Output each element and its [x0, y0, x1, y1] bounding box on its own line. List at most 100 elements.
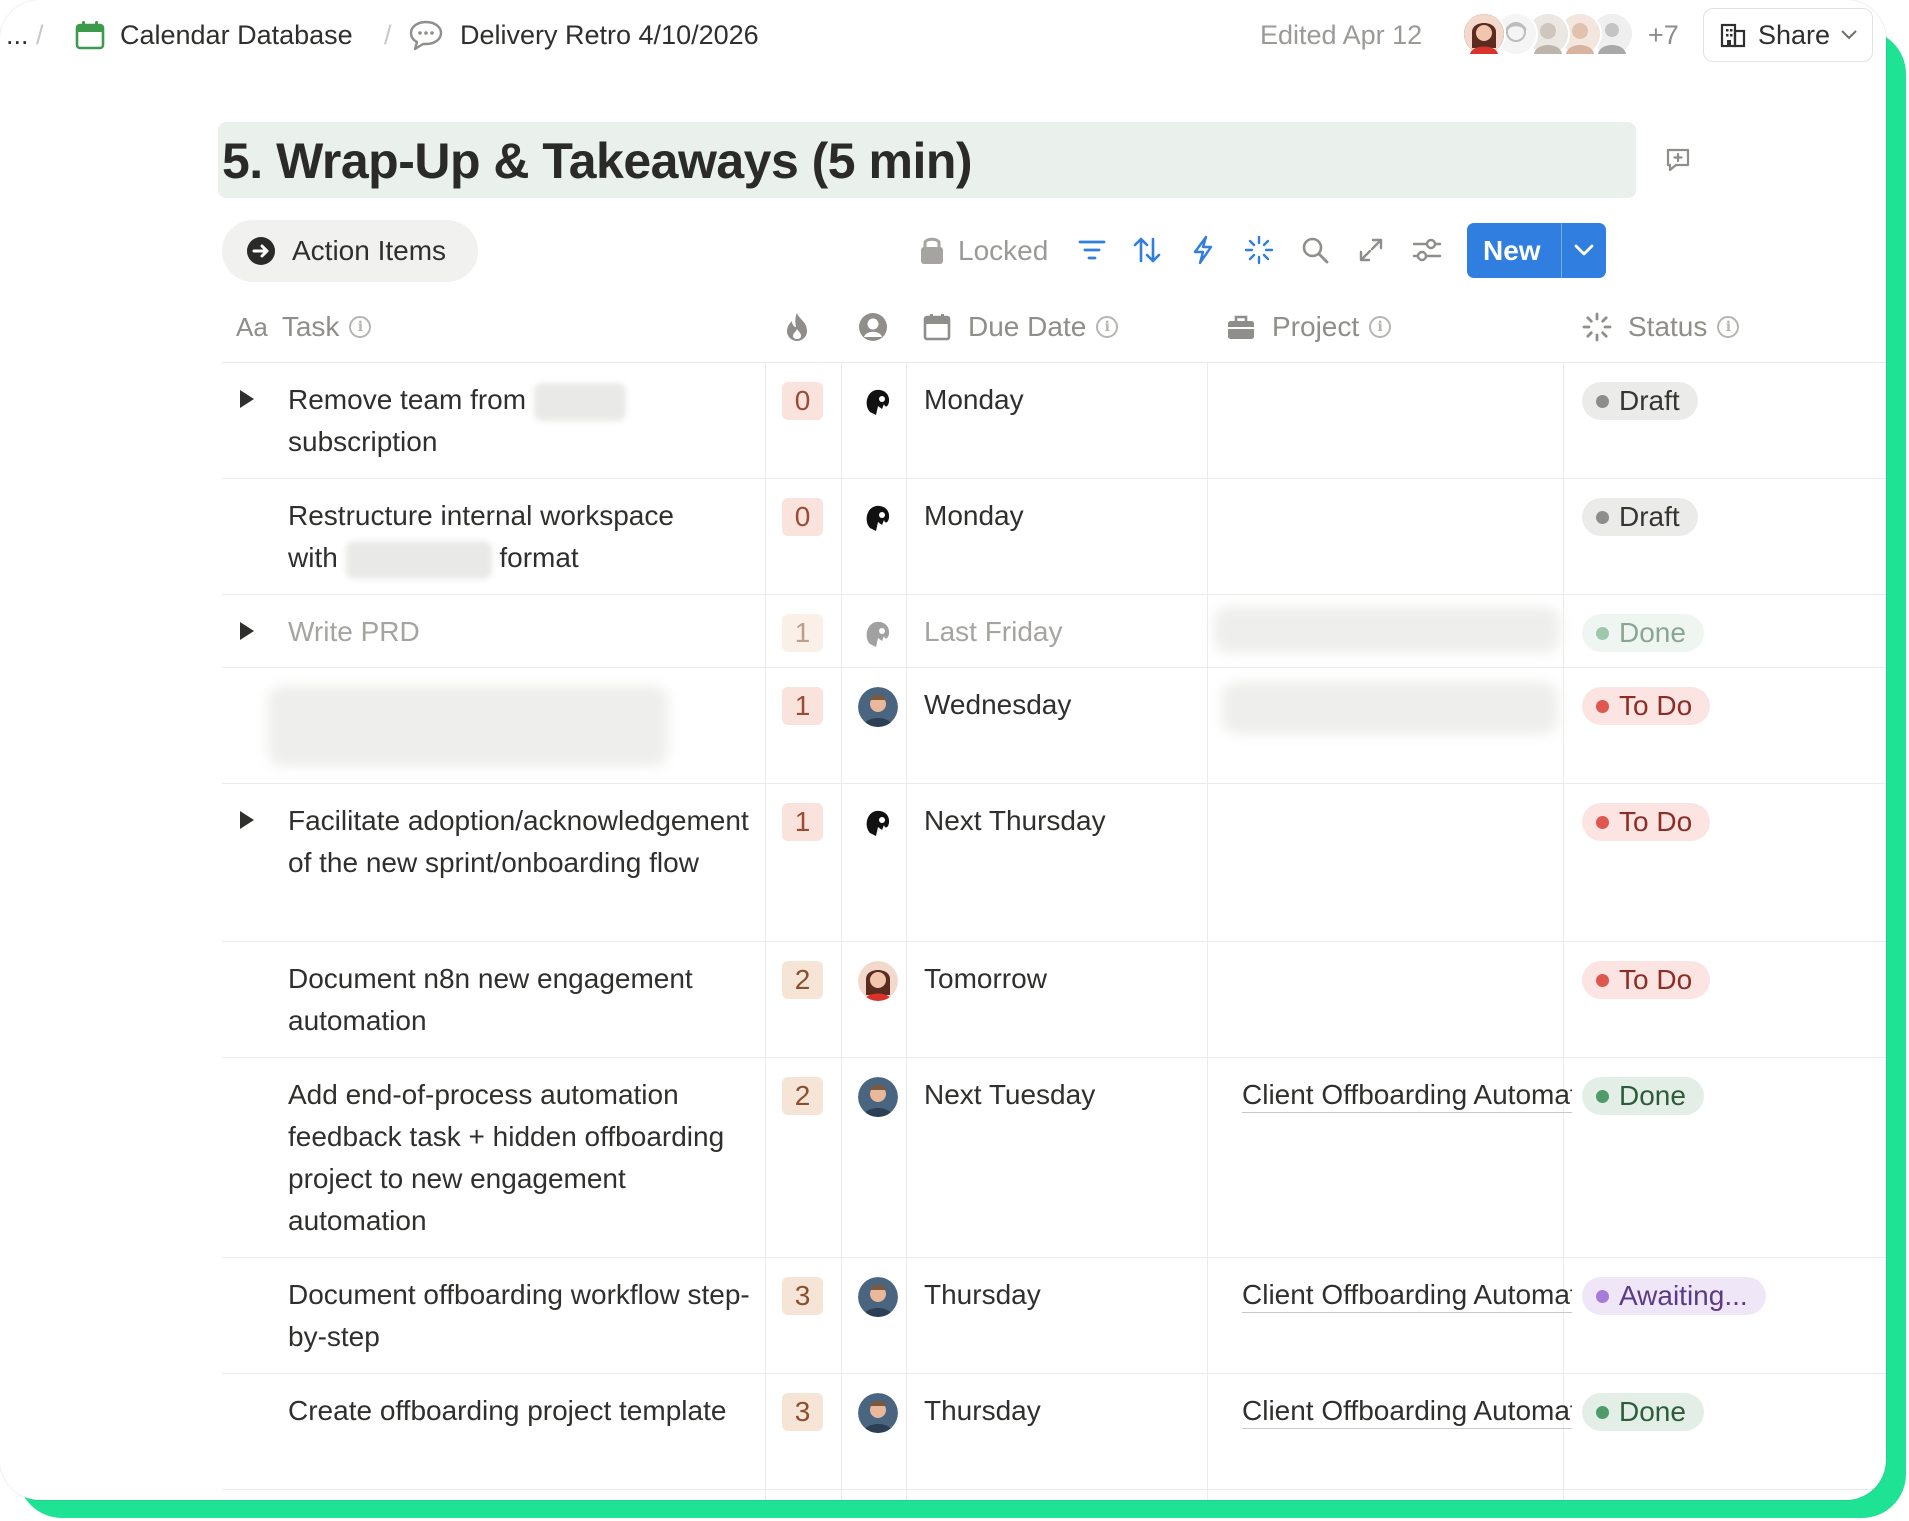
- table-row[interactable]: Restructure internal workspace with form…: [222, 479, 1886, 595]
- due-date[interactable]: Thursday: [924, 1390, 1041, 1432]
- table-row[interactable]: Document n8n new engagement automation 2…: [222, 942, 1886, 1058]
- status-badge[interactable]: Done: [1582, 1077, 1704, 1115]
- due-date[interactable]: Last Friday: [924, 611, 1063, 653]
- column-header-project[interactable]: Project i: [1226, 305, 1392, 349]
- info-icon[interactable]: i: [1717, 316, 1740, 338]
- share-button[interactable]: Share: [1703, 8, 1873, 62]
- due-date[interactable]: Tomorrow: [924, 958, 1047, 1000]
- view-tab-action-items[interactable]: Action Items: [222, 220, 478, 282]
- task-title[interactable]: Restructure internal workspace with form…: [288, 495, 758, 579]
- avatar[interactable]: [858, 1277, 898, 1317]
- filter-icon[interactable]: [1075, 233, 1109, 267]
- lock-icon[interactable]: [915, 233, 949, 267]
- status-badge[interactable]: Done: [1582, 1393, 1704, 1431]
- column-header-person[interactable]: [858, 305, 888, 349]
- project-link[interactable]: Client Offboarding Automation: [1228, 1274, 1572, 1316]
- task-title[interactable]: Write PRD: [288, 611, 758, 653]
- avatar[interactable]: [858, 1393, 898, 1433]
- column-header-status[interactable]: Status i: [1582, 305, 1740, 349]
- priority-badge[interactable]: 1: [782, 803, 823, 841]
- project-link[interactable]: Client Offboarding Automation: [1228, 1390, 1572, 1432]
- chevron-down-icon[interactable]: [1573, 241, 1595, 259]
- priority-badge[interactable]: 2: [782, 961, 823, 999]
- task-title[interactable]: Remove team from subscription: [288, 379, 758, 463]
- priority-badge[interactable]: 0: [782, 498, 823, 536]
- column-header-label: Status: [1628, 311, 1708, 342]
- more-collaborators-count[interactable]: +7: [1648, 14, 1679, 56]
- due-date[interactable]: Monday: [924, 495, 1024, 537]
- column-header-priority[interactable]: [782, 305, 812, 349]
- sparkle-icon[interactable]: [1242, 233, 1276, 267]
- table-row[interactable]: Write PRD 1 Last Friday Done: [222, 595, 1886, 668]
- info-icon[interactable]: i: [1096, 316, 1119, 338]
- status-badge[interactable]: Draft: [1582, 498, 1698, 536]
- sliders-icon[interactable]: [1410, 233, 1444, 267]
- edited-timestamp: Edited Apr 12: [1260, 20, 1423, 50]
- status-label: Draft: [1619, 501, 1680, 532]
- avatar[interactable]: [858, 961, 898, 1001]
- priority-badge[interactable]: 3: [782, 1277, 823, 1315]
- status-badge[interactable]: To Do: [1582, 687, 1711, 725]
- avatar[interactable]: [858, 687, 898, 727]
- avatar[interactable]: [858, 1077, 898, 1117]
- due-date[interactable]: Thursday: [924, 1274, 1041, 1316]
- status-badge[interactable]: To Do: [1582, 803, 1711, 841]
- task-title[interactable]: Create offboarding project template: [288, 1390, 758, 1432]
- priority-badge[interactable]: 1: [782, 614, 823, 652]
- status-badge[interactable]: Awaiting...: [1582, 1277, 1766, 1315]
- table-row[interactable]: 1 Wednesday To Do: [222, 668, 1886, 784]
- breadcrumb-calendar-database[interactable]: Calendar Database: [74, 14, 353, 56]
- priority-badge[interactable]: 2: [782, 1077, 823, 1115]
- status-badge[interactable]: Done: [1582, 614, 1704, 652]
- add-comment-icon[interactable]: [1664, 146, 1692, 174]
- task-title[interactable]: Facilitate adoption/acknowledgement of t…: [288, 800, 758, 884]
- due-date[interactable]: Next Tuesday: [924, 1074, 1095, 1116]
- column-header-label: Due Date: [968, 311, 1087, 342]
- avatar[interactable]: [858, 803, 898, 843]
- lightning-icon[interactable]: [1186, 233, 1220, 267]
- page-title[interactable]: 5. Wrap-Up & Takeaways (5 min): [222, 126, 973, 196]
- task-title-text: format: [499, 542, 579, 573]
- toggle-triangle-icon[interactable]: [240, 811, 254, 829]
- table-row[interactable]: Remove team from subscription 0 Monday D…: [222, 363, 1886, 479]
- new-button[interactable]: New: [1467, 223, 1606, 278]
- project-link[interactable]: Client Offboarding Automation: [1228, 1074, 1572, 1116]
- search-icon[interactable]: [1298, 233, 1332, 267]
- due-date[interactable]: Next Thursday: [924, 800, 1106, 842]
- table-row[interactable]: Create offboarding project template 3 Th…: [222, 1374, 1886, 1490]
- breadcrumb-page[interactable]: Delivery Retro 4/10/2026: [408, 14, 759, 56]
- table-row[interactable]: Add end-of-process automation feedback t…: [222, 1058, 1886, 1258]
- table-row[interactable]: Document offboarding workflow step-by-st…: [222, 1258, 1886, 1374]
- expand-icon[interactable]: [1354, 233, 1388, 267]
- column-header-task[interactable]: Aa Task i: [236, 305, 372, 349]
- avatar[interactable]: [858, 498, 898, 538]
- top-bar: ... / Calendar Database / Delivery Retro…: [0, 0, 1886, 70]
- column-header-due-date[interactable]: Due Date i: [922, 305, 1119, 349]
- task-title[interactable]: Document offboarding workflow step-by-st…: [288, 1274, 758, 1358]
- due-date[interactable]: Wednesday: [924, 684, 1071, 726]
- task-title[interactable]: Document n8n new engagement automation: [288, 958, 758, 1042]
- info-icon[interactable]: i: [1369, 316, 1392, 338]
- table-row[interactable]: Facilitate adoption/acknowledgement of t…: [222, 784, 1886, 942]
- avatar[interactable]: [858, 382, 898, 422]
- priority-badge[interactable]: 0: [782, 382, 823, 420]
- sort-icon[interactable]: [1130, 233, 1164, 267]
- due-date[interactable]: Monday: [924, 379, 1024, 421]
- task-title[interactable]: Add end-of-process automation feedback t…: [288, 1074, 758, 1242]
- avatar[interactable]: [858, 614, 898, 654]
- task-title-text: Document n8n new engagement automation: [288, 963, 693, 1036]
- locked-label[interactable]: Locked: [958, 230, 1048, 272]
- priority-badge[interactable]: 1: [782, 687, 823, 725]
- task-title-text: Add end-of-process automation feedback t…: [288, 1079, 725, 1236]
- project-name: Client Offboarding Automation: [1242, 1078, 1572, 1113]
- toggle-triangle-icon[interactable]: [240, 390, 254, 408]
- task-title-text: with: [288, 542, 338, 573]
- priority-badge[interactable]: 3: [782, 1393, 823, 1431]
- column-header-label: Project: [1272, 311, 1360, 342]
- toggle-triangle-icon[interactable]: [240, 622, 254, 640]
- info-icon[interactable]: i: [349, 316, 372, 338]
- breadcrumb-ellipsis[interactable]: ...: [6, 14, 29, 56]
- avatar[interactable]: [1462, 12, 1506, 56]
- status-badge[interactable]: Draft: [1582, 382, 1698, 420]
- status-badge[interactable]: To Do: [1582, 961, 1711, 999]
